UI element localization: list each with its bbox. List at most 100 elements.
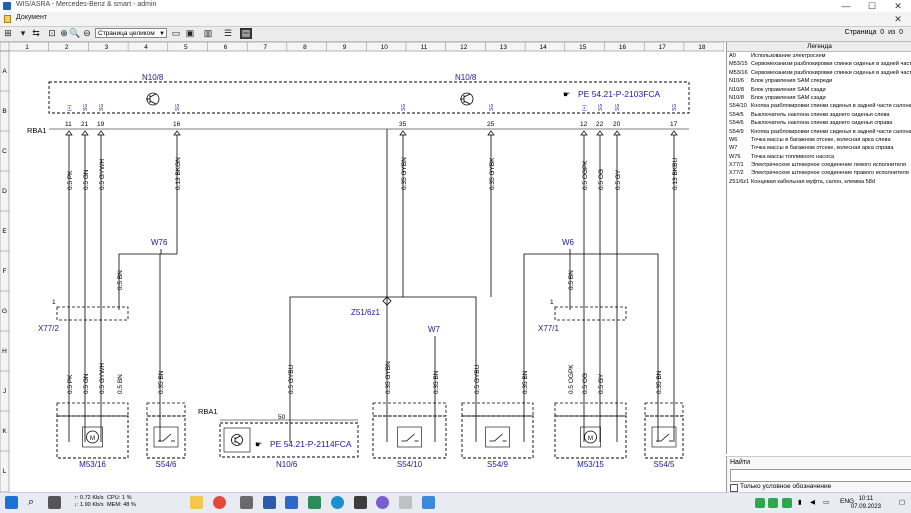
maximize-button[interactable]: ☐	[859, 0, 885, 12]
legend-code: W7	[729, 145, 738, 152]
chrome-icon[interactable]	[213, 496, 226, 509]
document-title: Документ	[16, 14, 48, 21]
list-icon[interactable]: ☰	[222, 28, 234, 39]
close-document-button[interactable]: ✕	[885, 13, 911, 25]
legend-text: Блок управления SAM спереди	[751, 78, 833, 85]
legend-row[interactable]: S54/9 Кнопка разблокировки спинки сиденья…	[727, 128, 911, 136]
wire-label-bottom: 0.5 GYBU	[288, 364, 295, 394]
tray-icon-green-1[interactable]	[755, 498, 765, 508]
legend-row[interactable]: S54/5 Выключатель наклона спинки заднего …	[727, 111, 911, 119]
symbol-only-checkbox[interactable]	[730, 484, 738, 492]
svg-text:1: 1	[550, 299, 554, 306]
print-icon[interactable]: ▭	[170, 28, 182, 39]
legend-row[interactable]: X77/2 Электрическое штекерное соединение …	[727, 169, 911, 177]
legend-row[interactable]: W6 Точка массы в багажном отсеке, колесна…	[727, 136, 911, 144]
wire-label-bottom: 0.5 GYBU	[474, 364, 481, 394]
chevron-down-icon: ▼	[159, 31, 165, 37]
task-view-icon[interactable]	[48, 496, 61, 509]
column-label: 5	[184, 44, 188, 51]
app-icon-gray[interactable]	[240, 496, 253, 509]
column-label: 8	[303, 44, 307, 51]
component-s54-6: S54/6	[146, 402, 186, 469]
svg-text:1: 1	[52, 299, 56, 306]
export-icon[interactable]: ▣	[184, 28, 196, 39]
row-label: H	[2, 348, 7, 355]
outlook-icon[interactable]	[263, 496, 276, 509]
pin-code: SG	[672, 104, 678, 111]
zoom-select[interactable]: Страница целиком ▼	[95, 28, 167, 38]
column-label: 2	[65, 44, 69, 51]
row-label: B	[2, 108, 6, 115]
word-icon[interactable]	[285, 496, 298, 509]
volume-icon[interactable]: ◀	[810, 498, 815, 506]
clock[interactable]: 10:11 07.09.2023	[851, 495, 881, 511]
legend-row[interactable]: W7 Точка массы в багажном отсеке, колесна…	[727, 144, 911, 152]
legend-row[interactable]: Z51/6z1 Концевая кабельная муфта, салон, …	[727, 178, 911, 186]
legend-row[interactable]: S54/6 Выключатель наклона спинки заднего …	[727, 119, 911, 127]
tray-icon-green-2[interactable]	[768, 498, 778, 508]
windows-start-icon[interactable]	[5, 496, 18, 509]
wire-label-bottom: 0.35 BN	[433, 370, 440, 394]
legend-row[interactable]: N10/8 Блок управления SAM сзади	[727, 86, 911, 94]
search-icon[interactable]: ⌕	[28, 496, 41, 509]
grid-icon[interactable]: ▥	[202, 28, 214, 39]
legend-row[interactable]: M53/16 Сервомеханизм разблокировки спинки…	[727, 69, 911, 77]
zoom-search-icon[interactable]: 🔍	[69, 28, 81, 39]
battery-icon[interactable]: ▭	[823, 498, 829, 506]
network-icon[interactable]: ▮	[798, 498, 802, 506]
app-icon-green[interactable]	[308, 496, 321, 509]
wire-label-top: 0.5 GYWH	[99, 159, 106, 190]
legend-row[interactable]: N10/8 Блок управления SAM сзади	[727, 94, 911, 102]
legend-text: Кнопка разблокировки спинки сиденья в за…	[751, 103, 911, 110]
legend-row[interactable]: W76 Точка массы топливного насоса	[727, 153, 911, 161]
legend-row[interactable]: X77/1 Электрическое штекерное соединение …	[727, 161, 911, 169]
zoom-out-icon[interactable]: ⊖	[81, 28, 93, 39]
app-icon-light[interactable]	[399, 496, 412, 509]
w7-label: W7	[428, 325, 441, 334]
zoom-area-icon[interactable]: ⊡	[46, 28, 58, 39]
wiring-diagram[interactable]: 1 2 3 4 5 6 7 8 9 10 11 12 13 14 15 16 17 18 ABCDEFGHJKL …	[0, 41, 725, 493]
search-label: Найти	[730, 459, 750, 466]
tray-icon-green-3[interactable]	[782, 498, 792, 508]
component-s54-5: S54/5	[644, 402, 684, 469]
viber-icon[interactable]	[376, 496, 389, 509]
rba1-label-top: RBA1	[27, 126, 47, 135]
legend-row[interactable]: S54/10 Кнопка разблокировки спинки сидень…	[727, 102, 911, 110]
n10-8-label-left: N10/8	[142, 73, 164, 82]
pin-code: SG	[598, 104, 604, 111]
pin-terminal	[613, 130, 621, 136]
pin-code: SG	[401, 104, 407, 111]
legend-code: X77/2	[729, 170, 744, 177]
legend-text: Электрическое штекерное соединение право…	[751, 170, 909, 177]
notifications-icon[interactable]: ▢	[899, 498, 905, 506]
legend-row[interactable]: A0 Использование электросхем	[727, 52, 911, 60]
legend-text: Кнопка разблокировки спинки сиденья в за…	[751, 128, 911, 135]
legend-row[interactable]: M53/15 Сервомеханизм разблокировки спинки…	[727, 60, 911, 68]
row-label: J	[3, 388, 6, 395]
legend-text: Точка массы в багажном отсеке, колесная …	[751, 145, 894, 152]
window-title: WIS/ASRA - Mercedes-Benz & smart - admin	[16, 1, 157, 8]
row-label: K	[2, 428, 7, 435]
minimize-button[interactable]: —	[833, 0, 859, 12]
legend-row[interactable]: N10/6 Блок управления SAM спереди	[727, 77, 911, 85]
search-input[interactable]	[730, 469, 911, 482]
legend-toggle-icon[interactable]: ▤	[240, 28, 252, 39]
edge-icon[interactable]	[331, 496, 344, 509]
pin-terminal	[97, 130, 105, 136]
close-window-button[interactable]: ✕	[885, 0, 911, 12]
pin-terminal	[81, 130, 89, 136]
rba1-label-bottom: RBA1	[198, 407, 218, 416]
file-explorer-icon[interactable]	[190, 496, 203, 509]
navigate-icon[interactable]: ⊞	[2, 28, 14, 39]
legend-text: Блок управления SAM сзади	[751, 86, 826, 93]
app-icon-blue[interactable]	[422, 496, 435, 509]
app-icon-dark[interactable]	[354, 496, 367, 509]
wire-label-top: 0.13 BKBU	[672, 158, 679, 190]
back-icon[interactable]: ⇆	[30, 28, 42, 39]
legend-code: N10/8	[729, 94, 744, 101]
component-label: M53/15	[577, 460, 604, 469]
n10-6-pin: 50	[278, 414, 286, 421]
wire-label-top: 0.35 GYBN	[401, 157, 408, 190]
dropdown-icon[interactable]: ▾	[17, 28, 29, 39]
switch-icon	[489, 433, 503, 442]
